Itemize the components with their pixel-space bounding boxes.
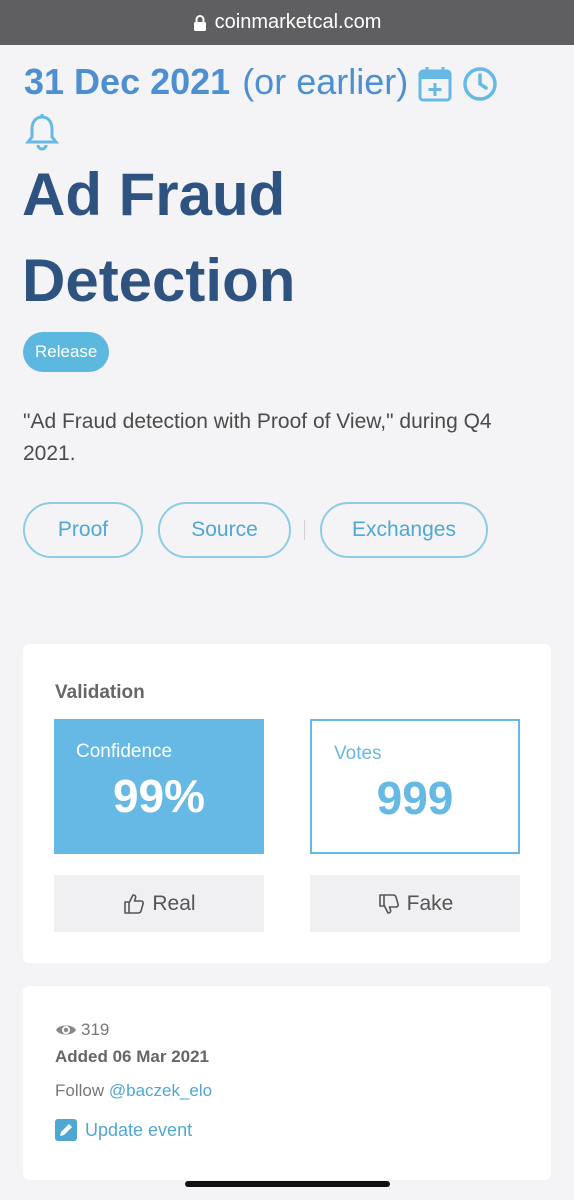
votes-value: 999 — [376, 772, 454, 824]
added-date: Added 06 Mar 2021 — [55, 1047, 210, 1066]
edit-icon — [55, 1119, 77, 1141]
event-category-tag[interactable]: Release — [23, 332, 110, 372]
votes-box: Votes 999 — [310, 719, 520, 854]
actions-divider — [304, 520, 305, 540]
update-event-link[interactable]: Update event — [55, 1119, 192, 1141]
event-description: "Ad Fraud detection with Proof of View,"… — [23, 410, 492, 465]
update-event-label: Update event — [85, 1119, 193, 1140]
browser-url: coinmarketcal.com — [214, 11, 382, 33]
follow-prefix: Follow — [55, 1081, 105, 1100]
follow-handle-link[interactable]: @baczek_elo — [109, 1081, 212, 1100]
vote-real-label: Real — [152, 891, 196, 915]
vote-real-button[interactable]: Real — [54, 875, 264, 932]
views-row: 319 — [55, 1020, 109, 1040]
event-date: 31 Dec 2021 — [24, 61, 231, 102]
validation-heading: Validation — [55, 682, 145, 703]
source-button[interactable]: Source — [158, 502, 291, 558]
confidence-label: Confidence — [76, 741, 173, 762]
follow-row: Follow @baczek_elo — [55, 1081, 212, 1101]
calendar-plus-icon[interactable] — [418, 66, 452, 102]
bell-icon[interactable] — [24, 113, 60, 151]
confidence-value: 99% — [112, 770, 206, 822]
thumbs-down-icon — [378, 893, 399, 914]
event-meta-card: 319 Added 06 Mar 2021 Follow @baczek_elo… — [23, 986, 551, 1180]
exchanges-button[interactable]: Exchanges — [320, 502, 488, 558]
lock-icon — [193, 14, 206, 31]
views-count: 319 — [81, 1020, 110, 1039]
vote-fake-button[interactable]: Fake — [310, 875, 520, 932]
browser-address-bar[interactable]: coinmarketcal.com — [0, 0, 574, 45]
event-date-line: 31 Dec 2021 (or earlier) — [24, 58, 554, 154]
clock-icon[interactable] — [462, 66, 498, 102]
vote-fake-label: Fake — [406, 891, 454, 915]
validation-card: Validation Confidence 99% Votes 999 Real… — [23, 644, 551, 963]
event-title: Ad Fraud Detection — [22, 161, 296, 314]
proof-button[interactable]: Proof — [23, 502, 143, 558]
thumbs-up-icon — [124, 893, 145, 914]
votes-label: Votes — [334, 743, 382, 764]
confidence-box: Confidence 99% — [54, 719, 264, 854]
home-indicator[interactable] — [185, 1181, 390, 1187]
event-date-qualifier: (or earlier) — [242, 61, 409, 102]
eye-icon — [56, 1025, 76, 1035]
